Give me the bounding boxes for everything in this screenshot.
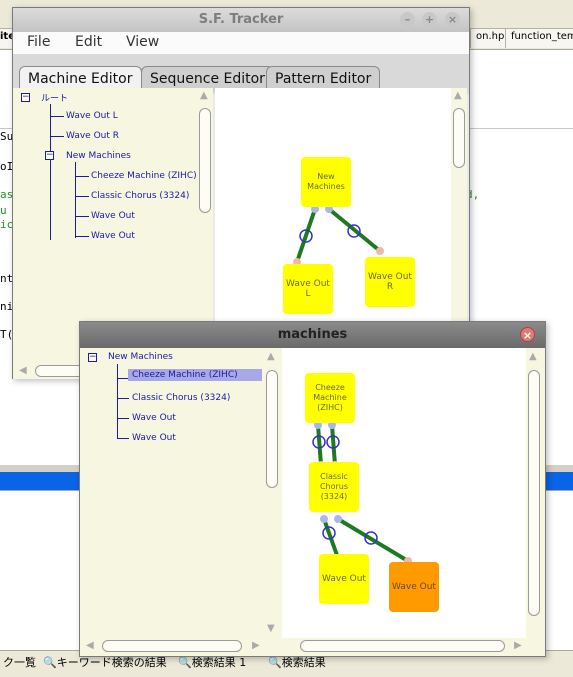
machines-window[interactable]: machines × − New Machines Cheeze Machine… — [79, 321, 546, 657]
tree-line — [117, 398, 129, 399]
collapse-icon[interactable]: − — [88, 353, 97, 362]
tree-item[interactable]: Classic Chorus (3324) — [132, 393, 230, 403]
tree-vertical-scrollbar[interactable]: ▲ ▼ — [264, 348, 280, 638]
scroll-left-icon[interactable]: ◀ — [19, 366, 27, 376]
tree-line — [75, 216, 89, 217]
tree-root[interactable]: New Machines — [108, 352, 173, 362]
tree-root[interactable]: ルート — [41, 91, 68, 104]
bottom-tab-label: キーワード検索の結果 — [56, 656, 167, 669]
bottom-tab[interactable]: ク一覧 — [0, 653, 39, 671]
tree-line — [117, 438, 129, 439]
scrollbar-thumb[interactable] — [199, 108, 211, 213]
machine-node[interactable]: Wave Out R — [365, 257, 415, 307]
connection-line[interactable] — [330, 424, 337, 466]
machine-node[interactable]: Wave Out L — [283, 264, 333, 314]
tree-line — [117, 364, 118, 438]
tree-item[interactable]: Cheeze Machine (ZIHC) — [91, 171, 197, 181]
machine-node[interactable]: Classic Chorus (3324) — [309, 462, 359, 512]
scroll-up-icon[interactable]: ▲ — [267, 352, 275, 362]
scroll-up-icon[interactable]: ▲ — [529, 352, 537, 362]
collapse-icon[interactable]: − — [21, 93, 30, 102]
close-icon[interactable]: × — [445, 12, 460, 27]
scroll-right-icon[interactable]: ▶ — [514, 641, 522, 651]
scroll-down-icon[interactable]: ▼ — [267, 624, 275, 634]
tree-item[interactable]: New Machines — [66, 151, 131, 161]
menubar: File Edit View — [13, 32, 469, 54]
machine-node-selected[interactable]: Wave Out — [389, 562, 439, 612]
machine-node[interactable]: Wave Out — [319, 554, 369, 604]
scroll-up-icon[interactable]: ▲ — [200, 91, 208, 101]
canvas-vertical-scrollbar[interactable]: ▲ — [526, 348, 542, 638]
tree-item[interactable]: Wave Out L — [66, 111, 118, 121]
machine-graph-canvas[interactable]: Cheeze Machine (ZIHC) Classic Chorus (33… — [282, 348, 528, 638]
tree-line — [50, 116, 64, 117]
maximize-icon[interactable]: + — [422, 12, 437, 27]
window-titlebar[interactable]: S.F. Tracker – + × — [13, 8, 469, 32]
menu-edit[interactable]: Edit — [75, 34, 102, 50]
tree-item[interactable]: Wave Out — [132, 433, 176, 443]
connector-dot — [320, 515, 328, 523]
ide-tab[interactable]: function_tem — [505, 28, 573, 48]
scroll-up-icon[interactable]: ▲ — [454, 91, 462, 101]
tree-line — [75, 176, 89, 177]
tree-horizontal-scrollbar[interactable]: ◀ ▶ — [80, 638, 280, 654]
canvas-horizontal-scrollbar[interactable]: ▶ — [282, 638, 528, 654]
tree-item[interactable]: Wave Out — [91, 231, 135, 241]
tree-line — [50, 104, 51, 240]
minimize-icon[interactable]: – — [400, 12, 415, 27]
scrollbar-thumb[interactable] — [300, 640, 505, 652]
connection-line[interactable] — [327, 207, 382, 253]
machine-node[interactable]: New Machines — [301, 157, 351, 207]
scroll-left-icon[interactable]: ◀ — [86, 641, 94, 651]
search-results-icon: 🔍 — [43, 656, 57, 669]
menu-file[interactable]: File — [27, 34, 50, 50]
tree-item[interactable]: Classic Chorus (3324) — [91, 191, 189, 201]
machine-tree[interactable]: − New Machines Cheeze Machine (ZIHC) Cla… — [80, 348, 266, 638]
tree-line — [75, 196, 89, 197]
window-titlebar[interactable]: machines × — [80, 322, 545, 348]
tree-line — [50, 136, 64, 137]
tree-line — [117, 418, 129, 419]
scrollbar-thumb[interactable] — [453, 108, 465, 168]
scroll-right-icon[interactable]: ▶ — [252, 641, 260, 651]
window-title: machines — [277, 327, 348, 342]
search-results-icon: 🔍 — [178, 656, 192, 669]
scrollbar-thumb[interactable] — [528, 370, 540, 616]
tree-line — [75, 162, 76, 238]
connector-dot — [376, 247, 384, 255]
tree-item[interactable]: Wave Out R — [66, 131, 119, 141]
tree-line — [75, 236, 89, 237]
bottom-tab-label: 検索結果 1 — [191, 656, 247, 669]
close-icon[interactable]: × — [520, 327, 535, 342]
connector-dot — [334, 515, 342, 523]
tree-item-selected[interactable]: Cheeze Machine (ZIHC) — [128, 369, 262, 381]
tree-item[interactable]: Wave Out — [132, 413, 176, 423]
scrollbar-thumb[interactable] — [266, 370, 278, 488]
code-fragment: u — [0, 204, 7, 217]
tree-item[interactable]: Wave Out — [91, 211, 135, 221]
menu-view[interactable]: View — [126, 34, 159, 50]
connection-line[interactable] — [316, 424, 323, 466]
bottom-tab-label: 検索結果 — [281, 656, 326, 669]
scrollbar-thumb[interactable] — [102, 640, 242, 652]
machine-node[interactable]: Cheeze Machine (ZIHC) — [305, 373, 355, 423]
collapse-icon[interactable]: − — [45, 151, 54, 160]
window-title: S.F. Tracker — [198, 12, 284, 27]
search-results-icon: 🔍 — [268, 656, 282, 669]
